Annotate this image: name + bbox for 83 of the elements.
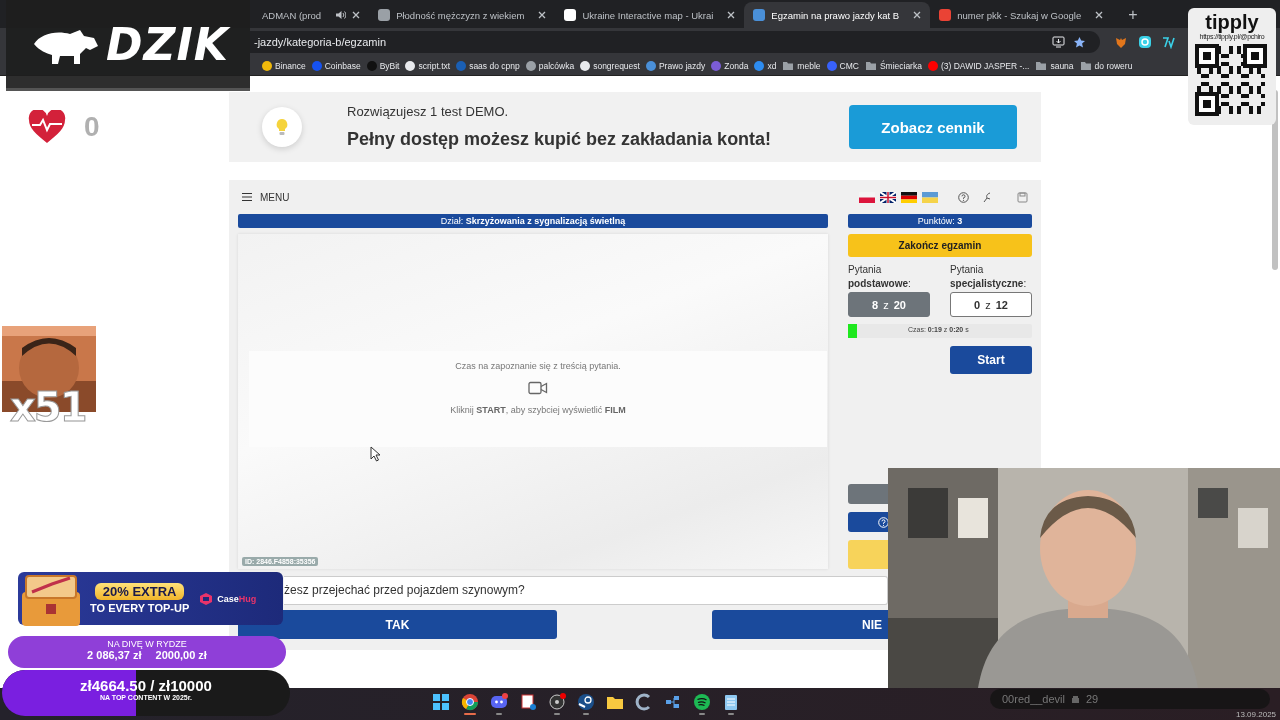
browser-tab[interactable]: numer pkk - Szukaj w Google (930, 2, 1113, 28)
counter-label: Pytania specjalistyczne: (950, 263, 1028, 291)
bookmark-link[interactable]: ByBit (366, 60, 400, 71)
promo-subline: TO EVERY TOP-UP (90, 602, 190, 614)
recorder-icon[interactable] (548, 693, 566, 711)
bookmark-link[interactable]: xd (754, 60, 777, 71)
heart-count: 0 (84, 111, 100, 143)
bookmark-link[interactable]: meble (782, 60, 821, 71)
close-icon[interactable] (913, 11, 922, 19)
lightbulb-icon (275, 118, 289, 136)
menu-icon (242, 193, 252, 201)
extension-icon[interactable] (1138, 35, 1152, 49)
snipping-icon[interactable] (519, 693, 537, 711)
bookmark-link[interactable]: Śmieciarka (864, 60, 922, 71)
clock-date: 13.09.2025 (1236, 710, 1277, 719)
bookmark-link[interactable]: (3) DAWID JASPER -... (927, 60, 1030, 71)
bookmark-link[interactable]: songrequest (580, 60, 640, 71)
speaker-icon[interactable] (335, 10, 347, 20)
browser-tab[interactable]: Ukraine Interactive map - Ukrai (555, 2, 745, 28)
notepad-icon[interactable] (722, 693, 740, 711)
chat-app-icon[interactable] (490, 693, 508, 711)
bookmark-link[interactable]: saas do cpnp (456, 60, 520, 71)
fox-icon[interactable] (1114, 35, 1128, 49)
start-button[interactable]: Start (950, 346, 1032, 374)
help-icon (878, 516, 889, 528)
hint-text: Kliknij START, aby szybciej wyświetlić FILM (450, 405, 626, 415)
bookmark-link[interactable]: palcówka (525, 60, 575, 71)
promo-headline: 20% EXTRA (94, 583, 185, 600)
video-camera-icon (528, 381, 548, 395)
goal-target: 2000,00 zł (155, 649, 207, 661)
question-counter[interactable]: 8 z 20 (848, 292, 930, 317)
goal-current: 2 086,37 zł (87, 649, 142, 661)
goal-title: NA DIVĘ W RYDZE (107, 639, 187, 649)
bookmark-link[interactable]: CMC (826, 60, 859, 71)
bookmark-link[interactable]: sauna (1035, 60, 1074, 71)
browser-tab[interactable]: Egzamin na prawo jazdy kat B (744, 2, 931, 28)
answer-button[interactable]: TAK (238, 610, 557, 639)
chat-count: 29 (1086, 693, 1099, 705)
logo-text: DZIK (106, 18, 229, 70)
game-store-icon[interactable] (577, 693, 595, 711)
menu-button[interactable]: MENU (238, 191, 294, 203)
address-bar[interactable]: -jazdy/kategoria-b/egzamin (250, 31, 1100, 53)
close-icon[interactable] (352, 11, 361, 19)
network-icon[interactable] (664, 693, 682, 711)
heart-icon (28, 110, 66, 144)
bookmark-link[interactable]: Binance (262, 60, 306, 71)
close-icon[interactable] (538, 11, 547, 19)
install-icon[interactable] (1052, 36, 1065, 48)
browser-icon[interactable] (461, 693, 479, 711)
browser-tab[interactable]: ADMAN (prod (250, 2, 370, 28)
tool-icon[interactable] (983, 191, 992, 203)
flag-icon[interactable] (880, 191, 896, 203)
question-counter[interactable]: 0 z 12 (950, 292, 1032, 317)
bookmark-link[interactable]: Zonda (711, 60, 749, 71)
chat-username: 00red__devil (1002, 693, 1065, 705)
section-bar: Dział: Skrzyżowania z sygnalizacją świetlną (238, 214, 828, 228)
help-icon[interactable] (958, 191, 969, 203)
banner-text: Rozwiązujesz 1 test DEMO. (347, 104, 510, 119)
extension-icon[interactable] (1162, 35, 1176, 49)
notice-text: Czas na zapoznanie się z treścią pytania. (455, 361, 621, 371)
question-field: żesz przejechać przed pojazdem szynowym? (284, 576, 888, 605)
points-bar: Punktów: 3 (848, 214, 1032, 228)
close-icon[interactable] (727, 11, 736, 19)
finish-exam-button[interactable]: Zakończ egzamin (848, 234, 1032, 257)
counter-label: Pytania podstawowe: (848, 263, 912, 291)
help-button[interactable] (848, 512, 888, 532)
answer-button[interactable]: NIE (712, 610, 888, 639)
banner-headline: Pełny dostęp możesz kupić bez zakładania konta! (347, 129, 773, 150)
bookmark-link[interactable]: do roweru (1079, 60, 1133, 71)
browser-tab[interactable]: Płodność mężczyzn z wiekiem (369, 2, 556, 28)
cube-icon (199, 591, 214, 606)
gift-icon (1071, 694, 1080, 704)
brand-name: CaseHug (217, 593, 257, 604)
close-icon[interactable] (1095, 11, 1104, 19)
start-icon[interactable] (432, 693, 450, 711)
flag-icon[interactable] (901, 191, 917, 203)
music-icon[interactable] (693, 693, 711, 711)
new-tab-button[interactable]: + (1122, 5, 1144, 25)
bookmark-link[interactable]: script.txt (405, 60, 451, 71)
bookmark-link[interactable]: Coinbase (311, 60, 361, 71)
star-icon[interactable] (1073, 35, 1086, 49)
tipply-logo: tipply (1205, 11, 1259, 33)
bookmark-link[interactable]: Prawo jazdy (645, 60, 706, 71)
